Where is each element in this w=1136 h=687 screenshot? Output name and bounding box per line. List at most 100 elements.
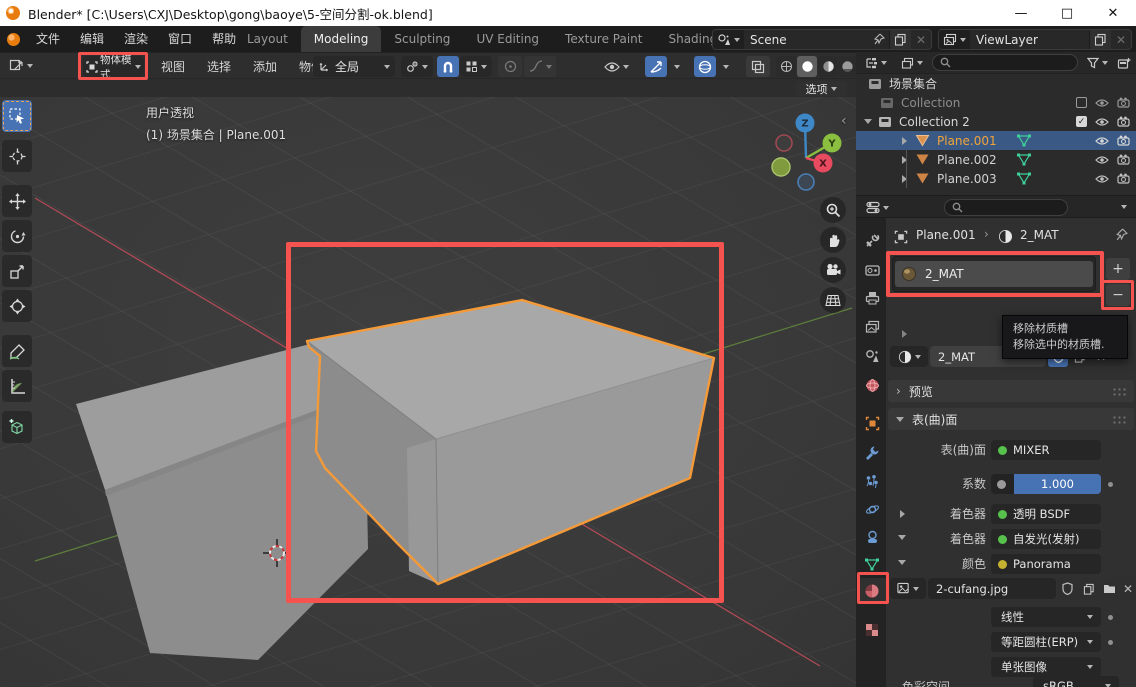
factor-slider[interactable]: 1.000	[1014, 474, 1101, 494]
tab-output[interactable]	[858, 285, 886, 311]
camera-visibility-icon[interactable]	[1117, 135, 1130, 146]
menu-file[interactable]: 文件	[26, 26, 70, 52]
tab-object-data[interactable]	[858, 551, 886, 577]
tab-view-layer[interactable]	[858, 314, 886, 340]
color-value-dropdown[interactable]: Panorama	[991, 554, 1101, 574]
close-button[interactable]: ✕	[1090, 0, 1136, 26]
tab-modeling[interactable]: Modeling	[301, 26, 382, 52]
keyframe-dot-icon[interactable]	[1108, 615, 1113, 620]
outliner-row-collection2[interactable]: Collection 2 ✓	[856, 112, 1136, 131]
keyframe-dot-icon[interactable]	[1108, 482, 1113, 487]
shading-wireframe-button[interactable]	[776, 56, 796, 77]
gizmos-toggle[interactable]	[645, 56, 667, 77]
panel-grip-icon[interactable]	[1112, 415, 1126, 424]
exclude-checkbox[interactable]	[1076, 97, 1087, 108]
tab-material[interactable]	[858, 578, 886, 604]
add-material-slot-button[interactable]: +	[1106, 258, 1130, 280]
outliner-search-input[interactable]	[932, 54, 1078, 71]
tab-shading[interactable]: Shading	[655, 26, 712, 52]
browse-image-button[interactable]	[890, 578, 926, 599]
image-unlink-button[interactable]: ✕	[1121, 578, 1135, 599]
menu-select[interactable]: 选择	[196, 58, 242, 75]
menu-edit[interactable]: 编辑	[70, 26, 114, 52]
tool-cursor[interactable]	[2, 140, 32, 172]
pin-icon[interactable]	[1114, 228, 1128, 242]
eye-icon[interactable]	[1095, 155, 1109, 165]
surface-panel-header[interactable]: 表(曲)面	[888, 408, 1134, 430]
tool-annotate[interactable]	[2, 335, 32, 367]
blender-menu-icon[interactable]	[0, 33, 26, 46]
scene-name[interactable]: Scene	[744, 33, 868, 47]
slot-specials-arrow-icon[interactable]	[902, 330, 907, 338]
tab-uv-editing[interactable]: UV Editing	[463, 26, 552, 52]
breadcrumb-material[interactable]: 2_MAT	[1020, 228, 1059, 242]
zoom-button[interactable]	[820, 197, 846, 223]
expand-arrow-icon[interactable]	[902, 137, 907, 145]
tool-rotate[interactable]	[2, 220, 32, 252]
tool-scale[interactable]	[2, 255, 32, 287]
menu-add[interactable]: 添加	[242, 58, 288, 75]
tab-object[interactable]	[858, 410, 886, 436]
overlays-toggle[interactable]	[694, 56, 716, 77]
tool-measure[interactable]	[2, 370, 32, 402]
remove-material-slot-button[interactable]: −	[1106, 284, 1130, 306]
gizmos-dropdown[interactable]	[668, 56, 682, 77]
eye-icon[interactable]	[1095, 117, 1109, 127]
axis-neg-x-ball[interactable]	[776, 135, 792, 151]
chevron-down-icon[interactable]	[1121, 205, 1127, 209]
menu-view[interactable]: 视图	[150, 58, 196, 75]
camera-visibility-icon[interactable]	[1117, 154, 1130, 165]
properties-search-input[interactable]	[944, 199, 1068, 216]
tab-physics[interactable]	[858, 496, 886, 522]
new-viewlayer-button[interactable]	[1089, 30, 1111, 49]
shader2-value-dropdown[interactable]: 自发光(发射)	[991, 529, 1101, 549]
new-scene-button[interactable]	[889, 30, 911, 49]
scene-browse-button[interactable]	[713, 30, 744, 49]
camera-visibility-icon[interactable]	[1117, 97, 1130, 108]
overlays-dropdown[interactable]	[717, 56, 731, 77]
shader1-value-dropdown[interactable]: 透明 BSDF	[991, 504, 1101, 524]
mesh-plane-001-selected[interactable]	[307, 300, 714, 584]
image-open-button[interactable]	[1100, 578, 1119, 599]
shading-material-button[interactable]	[818, 56, 838, 77]
remove-viewlayer-button[interactable]: ✕	[1111, 33, 1131, 47]
image-name-field[interactable]: 2-cufang.jpg	[928, 578, 1056, 599]
keyframe-dot-icon[interactable]	[1108, 640, 1113, 645]
outliner-row-plane003[interactable]: Plane.003	[856, 169, 1136, 188]
options-dropdown[interactable]: 选项	[795, 81, 847, 96]
tab-modifiers[interactable]	[858, 439, 886, 465]
outliner-row-scene-collection[interactable]: 场景集合	[856, 74, 1136, 93]
camera-visibility-icon[interactable]	[1117, 116, 1130, 127]
tab-layout[interactable]: Layout	[234, 26, 301, 52]
shading-rendered-button[interactable]	[839, 56, 856, 77]
eye-icon[interactable]	[1095, 98, 1109, 108]
transform-orientation-dropdown[interactable]: 全局	[313, 56, 395, 77]
outliner-display-mode-button[interactable]	[896, 54, 928, 72]
tab-tool[interactable]	[858, 227, 886, 253]
breadcrumb-object[interactable]: Plane.001	[916, 228, 976, 242]
viewport-3d[interactable]: 用户透视 (1) 场景集合 | Plane.001 ‹	[0, 97, 856, 687]
tool-move[interactable]	[2, 185, 32, 217]
tab-render[interactable]	[858, 257, 886, 283]
shading-solid-button[interactable]	[797, 56, 817, 77]
snap-toggle[interactable]	[437, 56, 459, 77]
expand-arrow-icon[interactable]	[864, 119, 872, 124]
snap-with-dropdown[interactable]	[460, 56, 492, 77]
ortho-toggle-button[interactable]	[820, 287, 846, 313]
material-slot-item[interactable]: 2_MAT	[895, 261, 1093, 287]
image-fake-user-button[interactable]	[1058, 578, 1077, 599]
factor-socket[interactable]	[991, 474, 1014, 494]
minimize-button[interactable]: —	[998, 0, 1044, 26]
projection-dropdown[interactable]: 等距圆柱(ERP)	[991, 632, 1101, 652]
pan-button[interactable]	[820, 227, 846, 253]
interpolation-dropdown[interactable]: 线性	[991, 607, 1101, 627]
exclude-checkbox-checked[interactable]: ✓	[1076, 116, 1087, 127]
tool-transform[interactable]	[2, 290, 32, 322]
camera-visibility-icon[interactable]	[1117, 173, 1130, 184]
panel-grip-icon[interactable]	[1112, 387, 1126, 396]
tool-add-cube[interactable]	[2, 411, 32, 443]
menu-render[interactable]: 渲染	[114, 26, 158, 52]
viewlayer-name[interactable]: ViewLayer	[970, 33, 1089, 47]
camera-view-button[interactable]	[820, 257, 846, 283]
viewlayer-browse-button[interactable]	[939, 30, 970, 49]
